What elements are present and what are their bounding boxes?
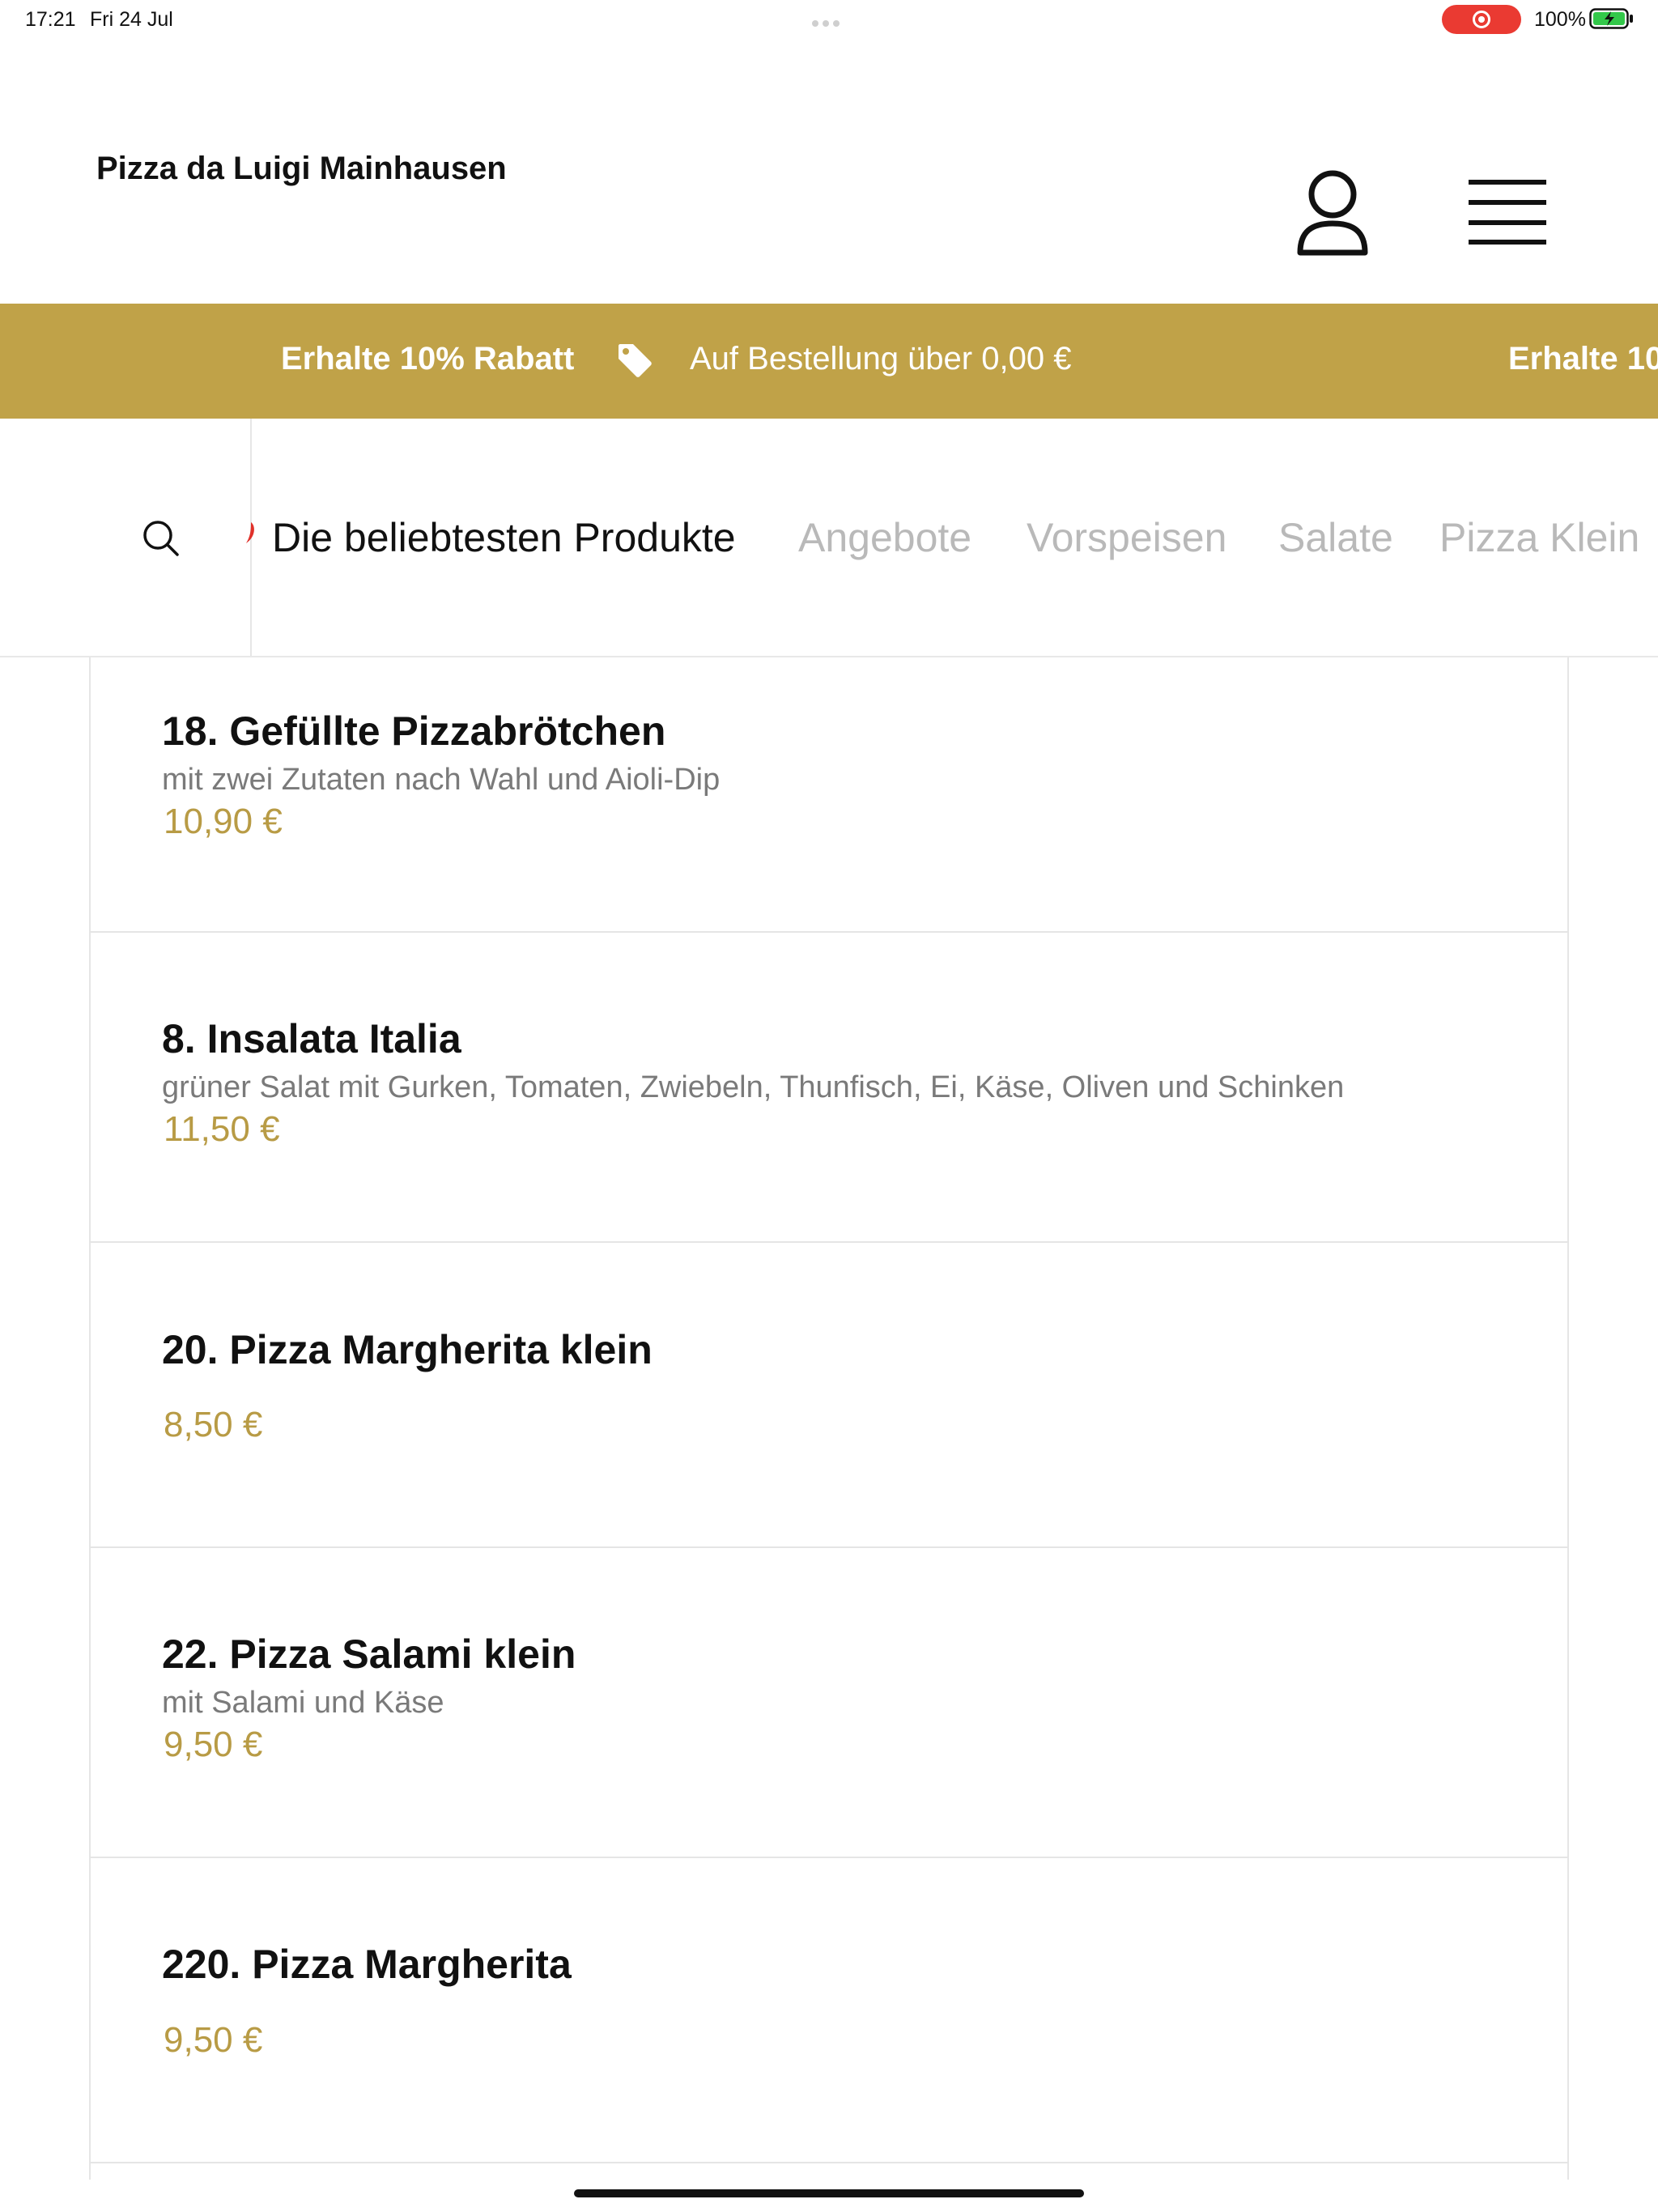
product-price: 8,50 €	[164, 1405, 263, 1444]
product-item[interactable]: 22. Pizza Salami klein mit Salami und Kä…	[91, 1548, 1567, 1858]
promo-banner[interactable]: Erhalte 10% Rabatt Auf Bestellung über 0…	[0, 304, 1658, 419]
search-icon	[143, 521, 179, 556]
product-item[interactable]: 20. Pizza Margherita klein 8,50 €	[91, 1243, 1567, 1548]
product-name: 18. Gefüllte Pizzabrötchen	[162, 708, 666, 754]
battery-percent: 100%	[1534, 8, 1586, 31]
promo-title-repeat: Erhalte 10	[1508, 341, 1658, 376]
promo-title: Erhalte 10% Rabatt	[281, 341, 575, 376]
site-header: Pizza da Luigi Mainhausen	[0, 40, 1658, 304]
product-price: 11,50 €	[164, 1109, 280, 1149]
tab-angebote[interactable]: Angebote	[798, 514, 971, 561]
product-item[interactable]: 220. Pizza Margherita 9,50 €	[91, 1858, 1567, 2163]
tag-icon	[619, 344, 652, 377]
tab-die-beliebtesten-produkte[interactable]: Die beliebtesten Produkte	[272, 514, 736, 561]
record-dot-icon	[1478, 16, 1485, 23]
status-bar: 17:21 Fri 24 Jul 100%	[0, 0, 1658, 40]
user-icon[interactable]	[1292, 168, 1373, 259]
product-name: 220. Pizza Margherita	[162, 1942, 572, 1987]
promo-subtitle: Auf Bestellung über 0,00 €	[690, 341, 1072, 376]
search-button[interactable]	[0, 419, 252, 656]
home-indicator[interactable]	[574, 2189, 1084, 2197]
screen-recording-indicator[interactable]	[1442, 5, 1521, 34]
product-price: 10,90 €	[164, 802, 283, 841]
product-item[interactable]: 18. Gefüllte Pizzabrötchen mit zwei Zuta…	[91, 657, 1567, 933]
product-description: mit zwei Zutaten nach Wahl und Aioli-Dip	[162, 763, 721, 797]
hamburger-menu-icon[interactable]	[1467, 178, 1548, 246]
product-price: 9,50 €	[164, 2020, 263, 2060]
product-description: mit Salami und Käse	[162, 1686, 444, 1720]
multitasking-dots-icon[interactable]	[812, 16, 846, 27]
status-date: Fri 24 Jul	[90, 8, 173, 31]
tab-pizza-klein[interactable]: Pizza Klein	[1439, 514, 1639, 561]
product-description: grüner Salat mit Gurken, Tomaten, Zwiebe…	[162, 1070, 1345, 1104]
product-name: 20. Pizza Margherita klein	[162, 1327, 653, 1372]
product-name: 22. Pizza Salami klein	[162, 1631, 576, 1677]
product-list: 18. Gefüllte Pizzabrötchen mit zwei Zuta…	[89, 657, 1569, 2180]
product-item[interactable]: 8. Insalata Italia grüner Salat mit Gurk…	[91, 933, 1567, 1243]
restaurant-name[interactable]: Pizza da Luigi Mainhausen	[96, 151, 507, 187]
active-category-marker-icon	[246, 522, 254, 543]
status-time: 17:21	[25, 8, 76, 31]
product-name: 8. Insalata Italia	[162, 1016, 461, 1061]
product-price: 9,50 €	[164, 1725, 263, 1764]
tab-salate[interactable]: Salate	[1278, 514, 1393, 561]
category-nav: Die beliebtesten Produkte Angebote Vorsp…	[0, 419, 1658, 657]
battery-charging-icon	[1589, 8, 1633, 29]
tab-vorspeisen[interactable]: Vorspeisen	[1027, 514, 1226, 561]
